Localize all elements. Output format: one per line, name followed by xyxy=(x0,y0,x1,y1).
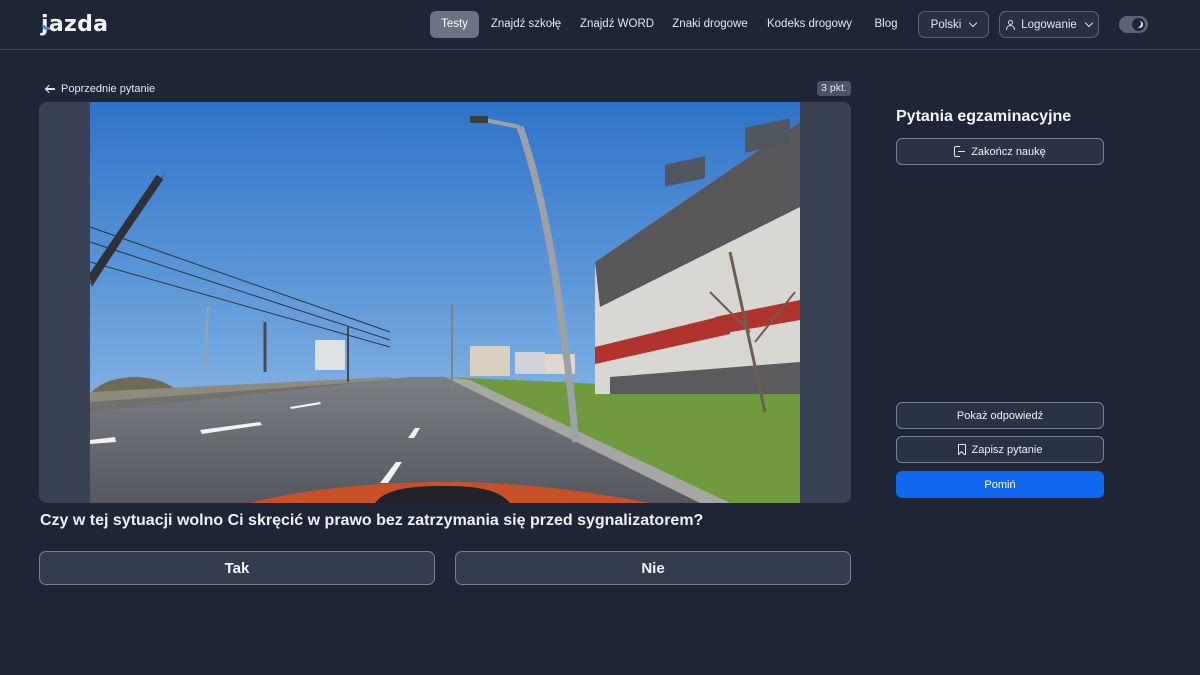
language-label: Polski xyxy=(930,18,962,31)
bookmark-icon xyxy=(957,444,966,455)
skip-button[interactable]: Pomiń xyxy=(896,471,1104,498)
previous-question-link[interactable]: Poprzednie pytanie xyxy=(45,81,155,97)
question-media xyxy=(39,102,851,503)
save-question-label: Zapisz pytanie xyxy=(971,443,1043,456)
finish-learning-label: Zakończ naukę xyxy=(971,145,1046,158)
logout-icon xyxy=(954,146,966,157)
login-button[interactable]: Logowanie xyxy=(999,11,1099,38)
points-badge: 3 pkt. xyxy=(817,81,851,96)
moon-icon xyxy=(1132,18,1145,31)
chevron-down-icon xyxy=(969,18,978,28)
login-label: Logowanie xyxy=(1021,18,1077,31)
show-answer-label: Pokaż odpowiedź xyxy=(956,409,1044,422)
question-text: Czy w tej sytuacji wolno Ci skręcić w pr… xyxy=(40,512,704,529)
finish-learning-button[interactable]: Zakończ naukę xyxy=(896,138,1104,165)
skip-label: Pomiń xyxy=(984,478,1016,491)
nav-item-blog[interactable]: Blog xyxy=(868,11,904,38)
user-icon xyxy=(1006,20,1016,30)
chevron-down-icon xyxy=(1084,18,1094,28)
show-answer-button[interactable]: Pokaż odpowiedź xyxy=(896,402,1104,429)
top-navbar: jazda Testy Znajdź szkołę Znajdź WORD Zn… xyxy=(0,0,1200,50)
nav-item-testy[interactable]: Testy xyxy=(430,11,479,38)
nav-item-traffic-code[interactable]: Kodeks drogowy xyxy=(765,11,854,38)
answer-no-button[interactable]: Nie xyxy=(455,551,851,585)
nav-item-find-school[interactable]: Znajdź szkołę xyxy=(489,11,563,38)
nav-item-road-signs[interactable]: Znaki drogowe xyxy=(670,11,750,38)
logo[interactable]: jazda xyxy=(41,12,108,37)
road-scene-image xyxy=(90,102,800,503)
save-question-button[interactable]: Zapisz pytanie xyxy=(896,436,1104,463)
answer-yes-button[interactable]: Tak xyxy=(39,551,435,585)
nav-item-find-word[interactable]: Znajdź WORD xyxy=(579,11,655,38)
previous-question-label: Poprzednie pytanie xyxy=(61,83,156,95)
theme-toggle[interactable] xyxy=(1119,16,1148,33)
arrow-left-icon xyxy=(45,84,55,94)
language-select[interactable]: Polski xyxy=(918,11,989,38)
sidebar-title: Pytania egzaminacyjne xyxy=(896,108,1072,125)
